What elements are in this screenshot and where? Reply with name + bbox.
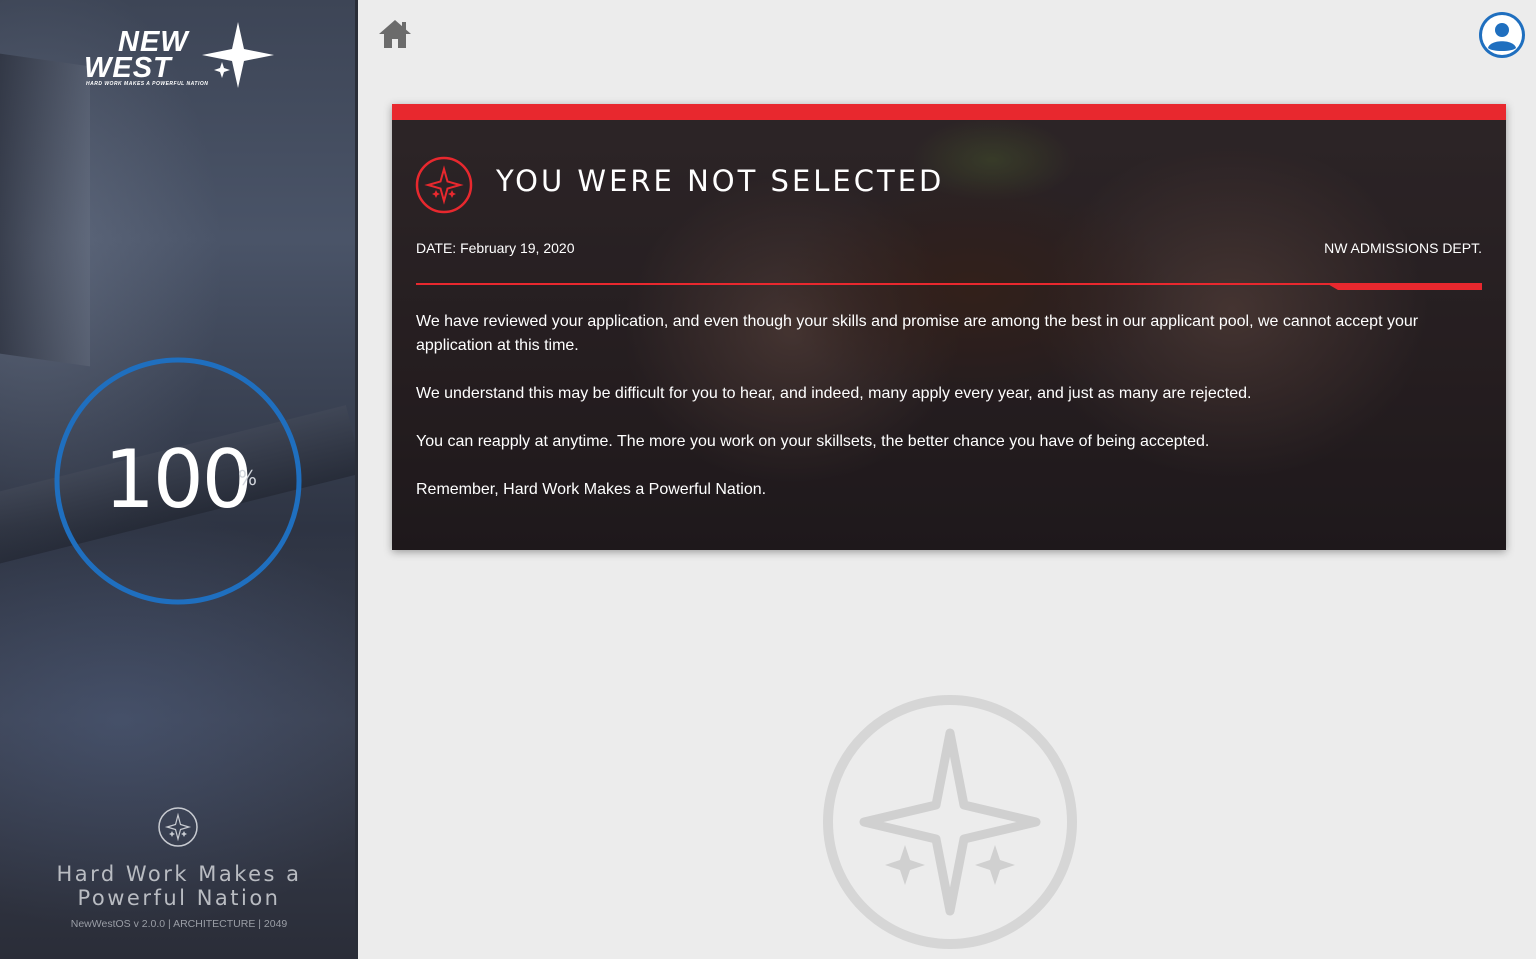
home-icon	[379, 20, 411, 48]
motto-text: Hard Work Makes a Powerful Nation	[56, 862, 302, 910]
space-station-background	[0, 53, 90, 367]
notice-paragraph: We have reviewed your application, and e…	[416, 313, 1419, 354]
notice-title: YOU WERE NOT SELECTED	[496, 164, 945, 198]
card-background-image: YOU WERE NOT SELECTED DATE: February 19,…	[392, 120, 1506, 550]
progress-value: 100	[104, 433, 253, 526]
notice-date: DATE: February 19, 2020	[416, 240, 575, 256]
main-content: YOU WERE NOT SELECTED DATE: February 19,…	[361, 0, 1536, 959]
version-text: NewWestOS v 2.0.0 | ARCHITECTURE | 2049	[70, 918, 288, 930]
user-avatar-icon	[1479, 12, 1525, 58]
logo-word-west: WEST	[84, 52, 172, 84]
logo-star-icon	[202, 22, 274, 88]
background-star-emblem-icon	[823, 695, 1077, 949]
home-button[interactable]	[377, 18, 413, 55]
sidebar: NEW WEST HARD WORK MAKES A POWERFUL NATI…	[0, 0, 358, 959]
logo-tagline: HARD WORK MAKES A POWERFUL NATION	[86, 81, 209, 87]
card-star-emblem-icon	[415, 156, 473, 214]
card-divider	[416, 283, 1482, 290]
card-accent-bar	[392, 104, 1506, 120]
account-button[interactable]	[1478, 11, 1526, 64]
star-emblem-icon	[158, 807, 198, 847]
notice-department: NW ADMISSIONS DEPT.	[1324, 240, 1482, 256]
progress-unit: %	[238, 466, 258, 490]
notice-paragraph: We understand this may be difficult for …	[416, 385, 1252, 402]
new-west-logo[interactable]: NEW WEST HARD WORK MAKES A POWERFUL NATI…	[78, 22, 278, 92]
notice-paragraph: Remember, Hard Work Makes a Powerful Nat…	[416, 481, 767, 498]
rejection-notice-card: YOU WERE NOT SELECTED DATE: February 19,…	[392, 104, 1506, 550]
notice-paragraph: You can reapply at anytime. The more you…	[416, 433, 1210, 450]
